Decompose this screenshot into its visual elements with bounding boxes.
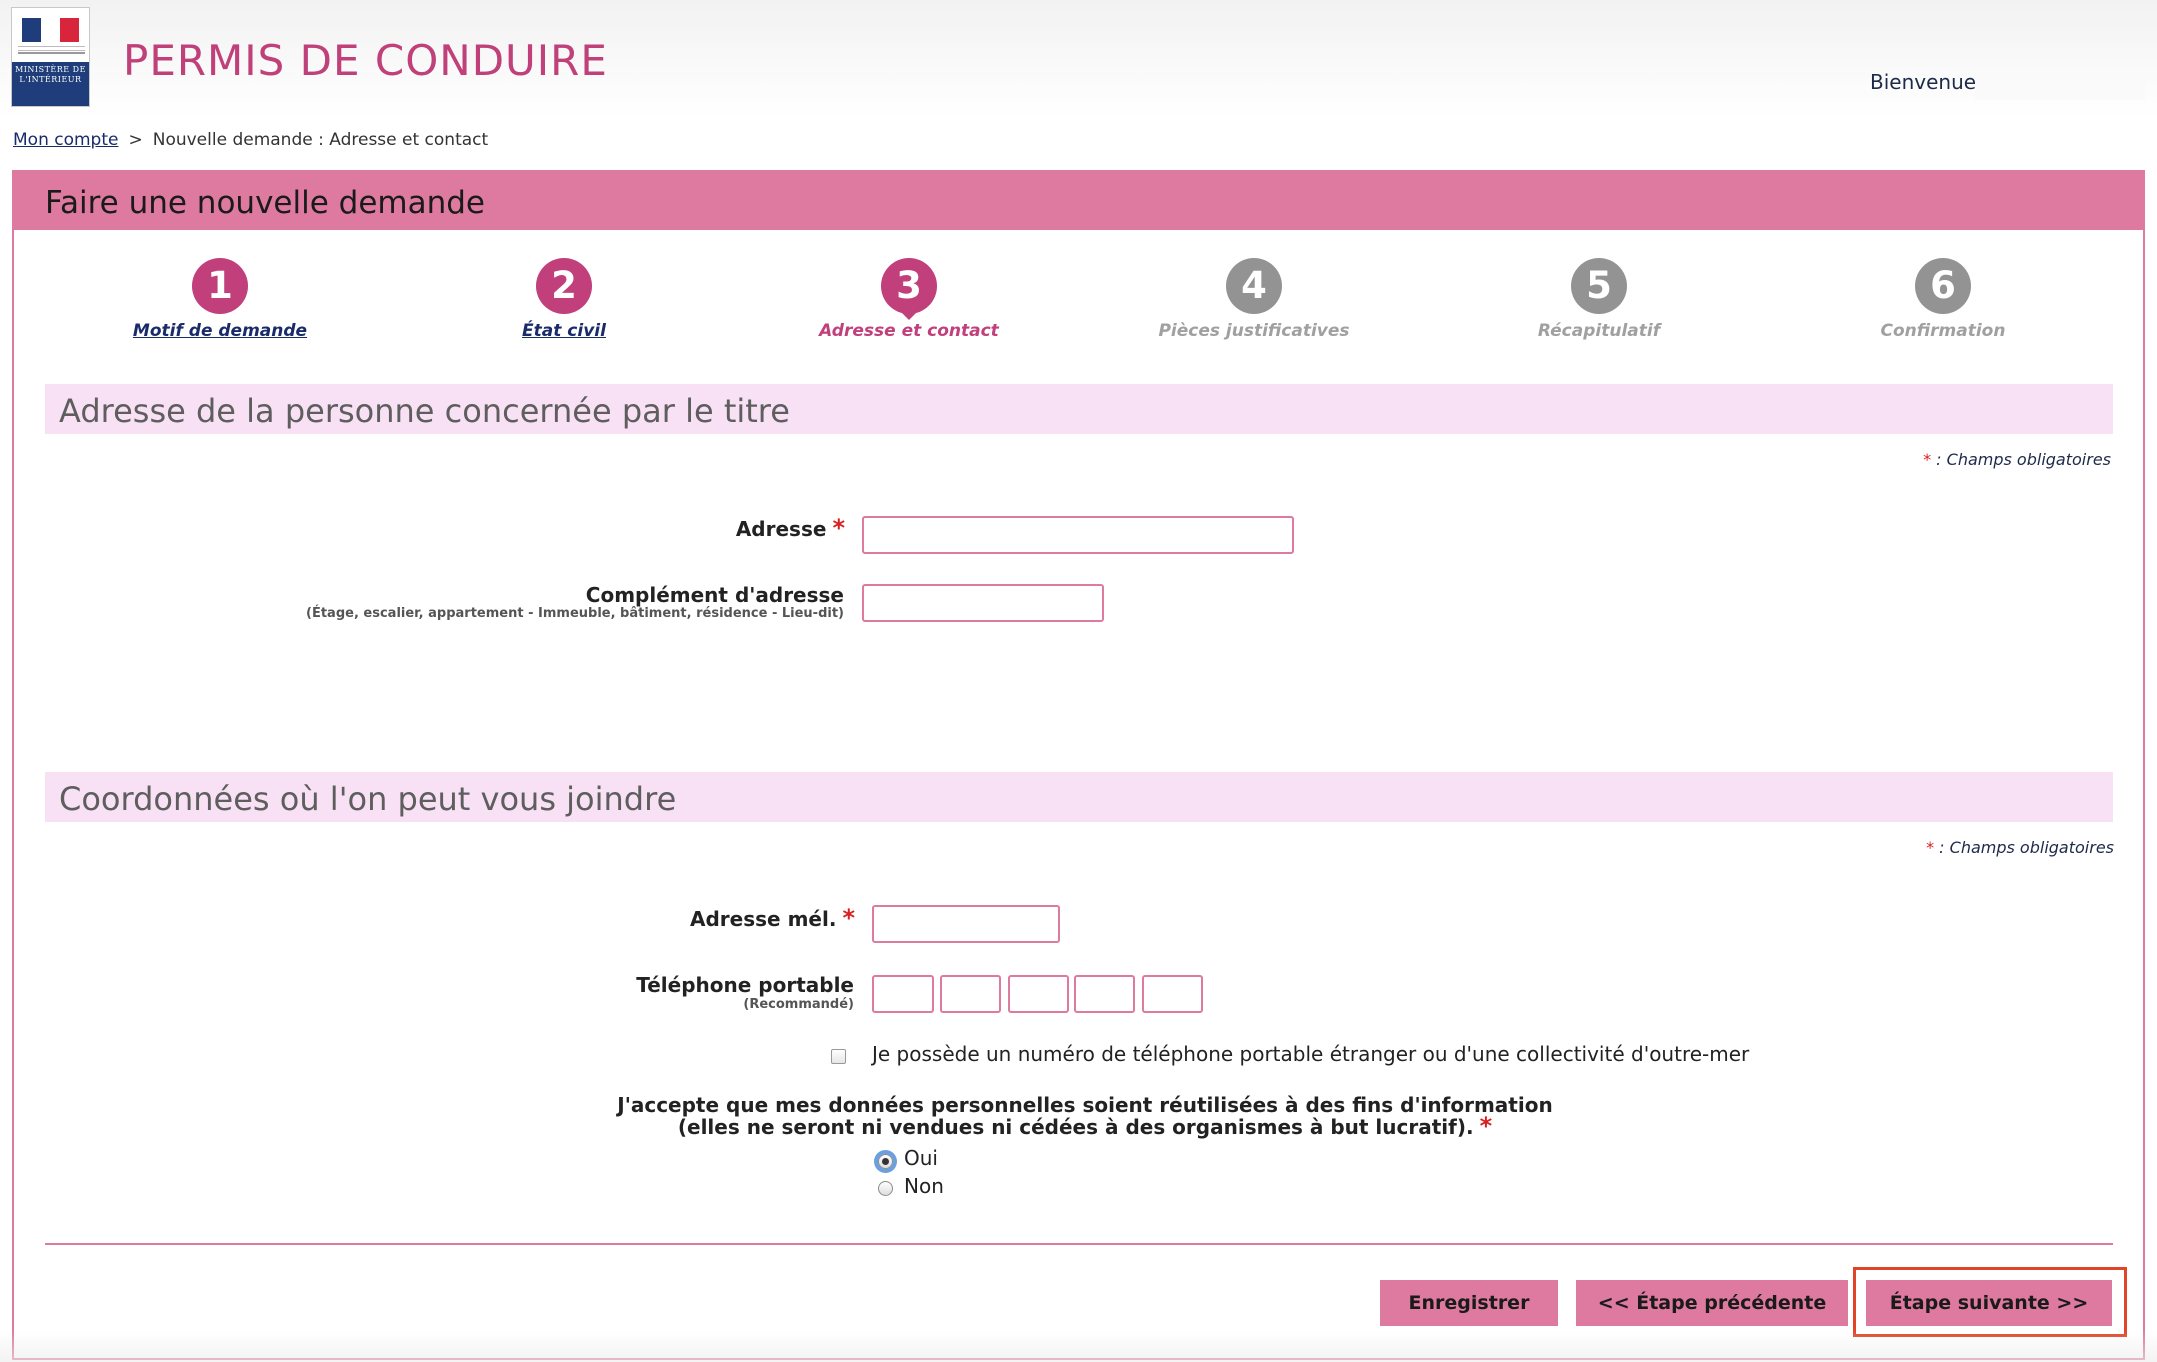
step-6: 6 Confirmation <box>1793 258 2093 341</box>
mobile-phone-hint: (Recommandé) <box>743 997 854 1012</box>
step-5: 5 Récapitulatif <box>1449 258 1749 341</box>
email-label-text: Adresse mél. <box>690 907 837 931</box>
address-complement-hint: (Étage, escalier, appartement - Immeuble… <box>306 606 844 621</box>
phone-part-2-input[interactable] <box>940 975 1001 1013</box>
user-name-area <box>1975 66 2145 100</box>
consent-yes-radio[interactable] <box>878 1154 893 1169</box>
next-step-highlight <box>1853 1267 2127 1337</box>
step-1[interactable]: 1 Motif de demande <box>70 258 370 341</box>
form-divider <box>45 1243 2113 1245</box>
site-header: MINISTÈRE DE L'INTÉRIEUR PERMIS DE CONDU… <box>0 0 2157 118</box>
breadcrumb: Mon compte > Nouvelle demande : Adresse et… <box>13 130 488 150</box>
foreign-phone-checkbox[interactable] <box>831 1049 846 1064</box>
step-number: 4 <box>1226 258 1282 314</box>
step-4: 4 Pièces justificatives <box>1104 258 1404 341</box>
required-fields-note: * : Champs obligatoires <box>1926 838 2114 857</box>
consent-yes-label: Oui <box>904 1146 938 1170</box>
breadcrumb-separator: > <box>128 130 143 150</box>
flag-icon <box>22 18 79 42</box>
address-complement-input[interactable] <box>862 584 1104 622</box>
step-label[interactable]: État civil <box>414 321 714 341</box>
data-consent-question: J'accepte que mes données personnelles s… <box>560 1093 1610 1140</box>
previous-step-button[interactable]: << Étape précédente <box>1576 1280 1848 1326</box>
step-number: 6 <box>1915 258 1971 314</box>
address-label: Adresse * <box>500 514 845 542</box>
mobile-phone-label: Téléphone portable <box>636 973 854 997</box>
email-input[interactable] <box>872 905 1060 943</box>
step-label: Confirmation <box>1880 321 2006 341</box>
panel-header: Faire une nouvelle demande <box>14 172 2143 230</box>
app-title: PERMIS DE CONDUIRE <box>123 36 608 85</box>
step-2[interactable]: 2 État civil <box>414 258 714 341</box>
required-star: * <box>1926 838 1935 857</box>
section-title: Coordonnées où l'on peut vous joindre <box>59 780 677 818</box>
section-contact-header: Coordonnées où l'on peut vous joindre <box>45 772 2113 822</box>
address-input[interactable] <box>862 516 1294 554</box>
step-label: Adresse et contact <box>819 321 999 341</box>
section-address-header: Adresse de la personne concernée par le … <box>45 384 2113 434</box>
phone-part-3-input[interactable] <box>1008 975 1069 1013</box>
step-label: Pièces justificatives <box>1158 321 1350 341</box>
save-button[interactable]: Enregistrer <box>1380 1280 1558 1326</box>
step-label[interactable]: Motif de demande <box>70 321 370 341</box>
phone-part-4-input[interactable] <box>1074 975 1135 1013</box>
email-label: Adresse mél. * <box>560 904 855 932</box>
address-label-text: Adresse <box>735 517 827 541</box>
step-number: 2 <box>536 258 592 314</box>
step-number: 5 <box>1571 258 1627 314</box>
phone-part-1-input[interactable] <box>872 975 934 1013</box>
foreign-phone-label: Je possède un numéro de téléphone portab… <box>872 1042 1750 1066</box>
consent-line-2: (elles ne seront ni vendues ni cédées à … <box>677 1115 1474 1139</box>
section-title: Adresse de la personne concernée par le … <box>59 392 790 430</box>
breadcrumb-current: Nouvelle demande : Adresse et contact <box>152 130 489 150</box>
logo-text: MINISTÈRE DE L'INTÉRIEUR <box>12 62 89 106</box>
required-star: * <box>842 904 855 932</box>
required-fields-note: * : Champs obligatoires <box>1923 450 2111 469</box>
required-star: * <box>1923 450 1932 469</box>
welcome-text: Bienvenue <box>1870 70 1977 94</box>
ministry-logo: MINISTÈRE DE L'INTÉRIEUR <box>11 7 90 107</box>
consent-no-label: Non <box>904 1174 944 1198</box>
consent-line-1: J'accepte que mes données personnelles s… <box>617 1093 1553 1117</box>
step-3: 3 Adresse et contact <box>759 258 1059 341</box>
request-panel: Faire une nouvelle demande 1 Motif de de… <box>12 170 2145 1360</box>
required-note-text: : Champs obligatoires <box>1939 838 2114 857</box>
consent-no-radio[interactable] <box>878 1181 893 1196</box>
panel-title: Faire une nouvelle demande <box>45 185 485 221</box>
required-note-text: : Champs obligatoires <box>1936 450 2111 469</box>
phone-part-5-input[interactable] <box>1142 975 1203 1013</box>
step-label: Récapitulatif <box>1537 321 1661 341</box>
address-complement-label: Complément d'adresse <box>585 583 844 607</box>
breadcrumb-home-link[interactable]: Mon compte <box>13 130 118 150</box>
step-number: 1 <box>192 258 248 314</box>
step-number: 3 <box>881 258 937 320</box>
required-star: * <box>832 514 845 542</box>
required-star: * <box>1479 1112 1493 1140</box>
